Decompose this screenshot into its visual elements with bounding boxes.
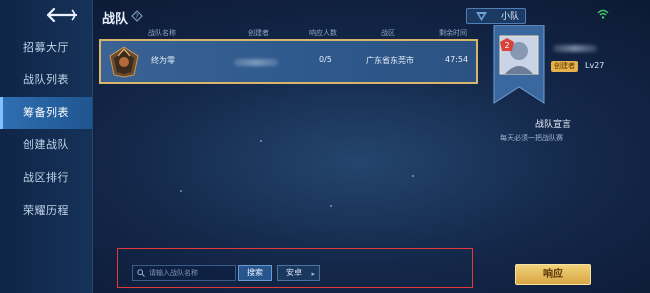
help-icon[interactable]: ? [131,10,143,22]
sidebar-item-recruit-hall[interactable]: 招募大厅 [0,32,92,64]
back-arrow-icon[interactable] [42,6,78,24]
region-select-label: 安卓 [286,268,302,277]
time-left: 47:54 [445,55,469,64]
search-button[interactable]: 搜索 [238,265,272,281]
sparkle [330,205,332,207]
response-count: 0/5 [319,55,332,64]
sidebar: 招募大厅 战队列表 筹备列表 创建战队 战区排行 荣耀历程 [0,0,93,293]
column-header-team-name: 战队名称 [148,29,176,37]
sparkle [180,190,182,192]
squad-label: 小队 [500,12,519,22]
region-select[interactable]: 安卓 ▸ [277,265,320,281]
sidebar-item-team-list[interactable]: 战队列表 [0,64,92,96]
search-icon [137,269,145,277]
respond-button[interactable]: 响应 [515,264,591,285]
creator-banner [493,25,545,104]
manifesto-title: 战队宣言 [535,120,572,130]
sidebar-item-create-team[interactable]: 创建战队 [0,129,92,161]
rank-badge-number: 2 [504,41,509,50]
team-emblem-icon [109,46,139,78]
creator-nickname-blurred [553,45,597,52]
team-name: 终为零 [151,56,175,65]
column-header-time-left: 剩余时间 [439,29,467,37]
creator-level: Lv27 [585,61,605,70]
sidebar-item-preparing-list[interactable]: 筹备列表 [0,97,92,129]
column-header-creator: 创建者 [248,29,269,37]
page-title: 战队 [102,12,129,27]
wifi-icon [597,9,609,19]
sidebar-item-glory-history[interactable]: 荣耀历程 [0,195,92,227]
squad-icon [476,12,487,21]
column-header-region: 战区 [381,29,395,37]
caret-right-icon: ▸ [311,270,315,278]
manifesto-text: 每天必须一把战队赛 [500,134,563,142]
rank-badge-icon: 2 [500,38,514,51]
sparkle [260,140,262,142]
creator-tag: 创建者 [551,61,578,72]
search-field[interactable] [132,265,236,281]
sparkle [412,175,414,177]
sidebar-item-region-ranking[interactable]: 战区排行 [0,162,92,194]
team-region: 广东省东莞市 [366,56,414,65]
search-input[interactable] [149,266,233,280]
column-header-responses: 响应人数 [309,29,337,37]
squad-button[interactable]: 小队 [466,8,526,24]
svg-text:?: ? [135,13,139,21]
creator-name-blurred [234,59,278,66]
table-row[interactable]: 终为零 0/5 广东省东莞市 47:54 [99,39,478,84]
